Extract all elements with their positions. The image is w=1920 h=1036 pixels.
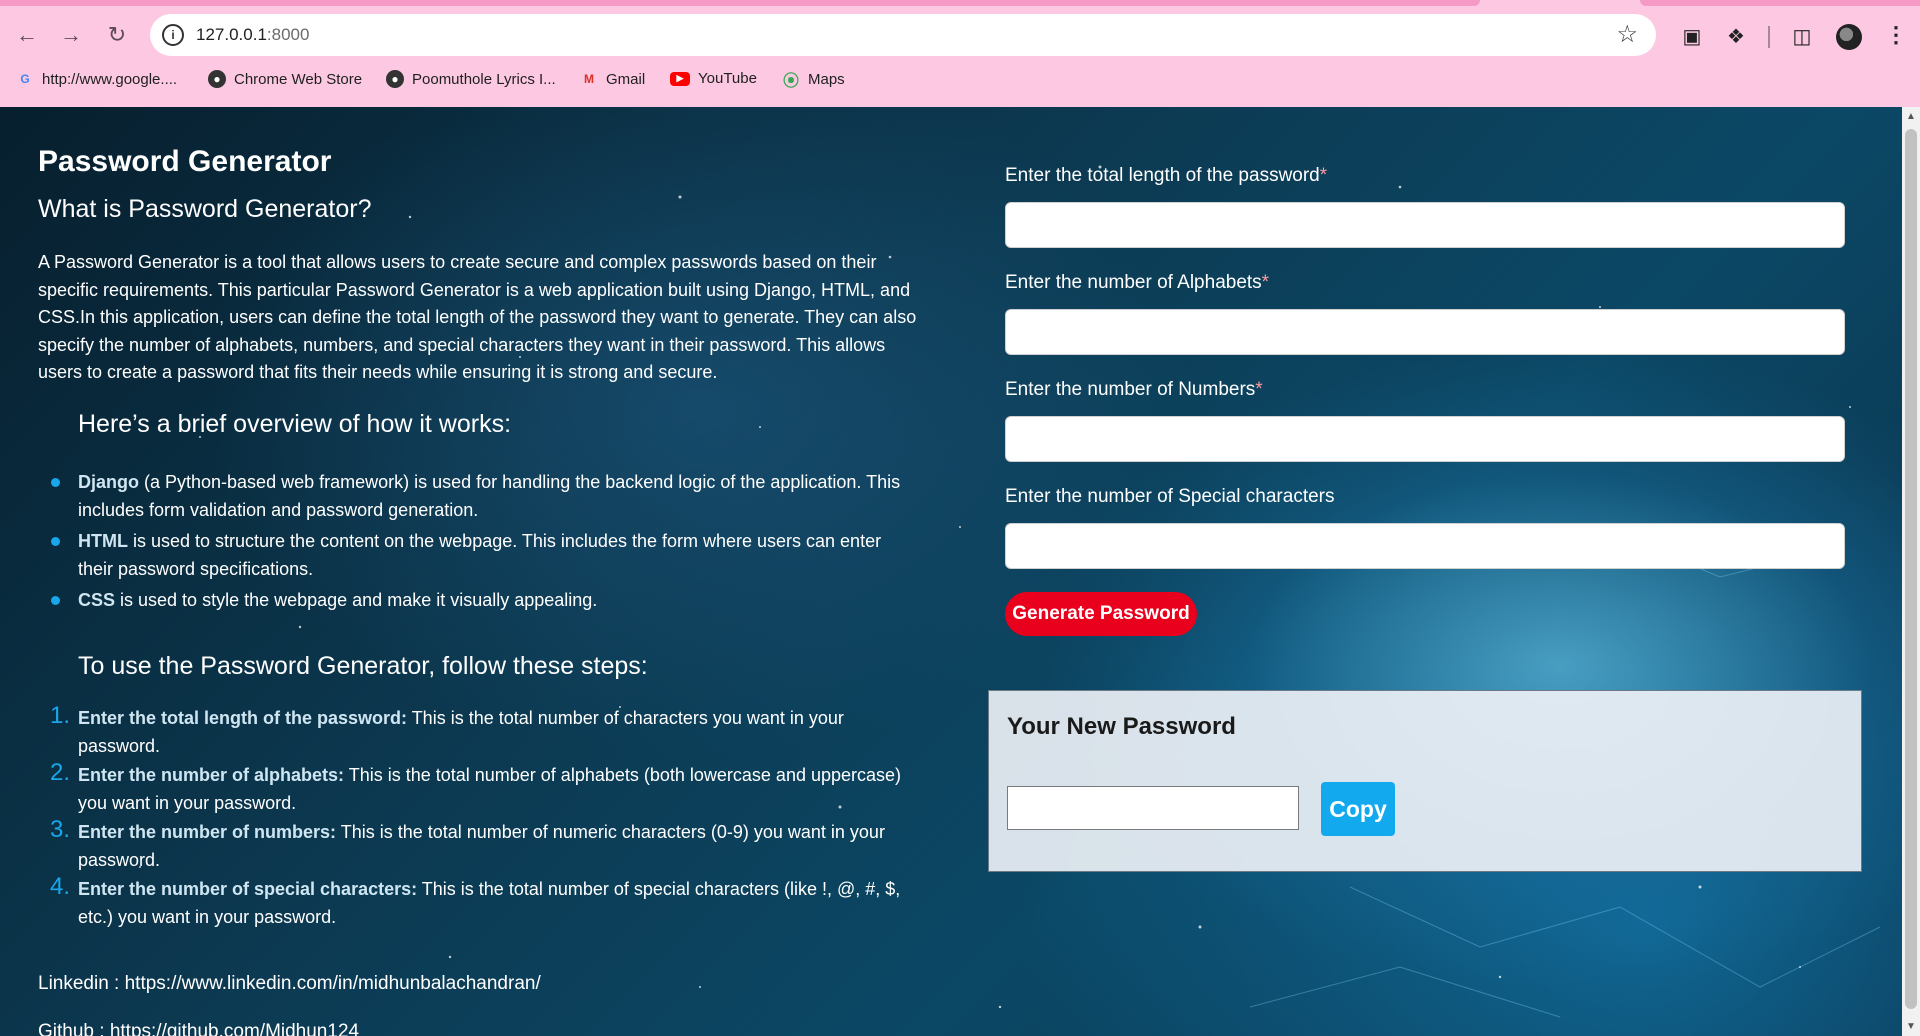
youtube-icon: ▶ — [670, 71, 690, 86]
list-item: Django (a Python-based web framework) is… — [51, 469, 908, 524]
list-item: HTML is used to structure the content on… — [51, 528, 908, 583]
globe-icon: ● — [386, 70, 404, 88]
bookmark-label: http://www.google.... — [42, 70, 178, 88]
step-term: Enter the number of alphabets: — [78, 765, 345, 785]
forward-arrow-icon[interactable]: → — [54, 18, 88, 52]
bookmark-youtube[interactable]: ▶ YouTube — [670, 70, 757, 87]
alphabets-input[interactable] — [1005, 309, 1845, 355]
address-bar[interactable]: i 127.0.0.1:8000 ☆ — [150, 14, 1656, 56]
site-info-icon[interactable]: i — [162, 24, 184, 46]
bookmark-maps[interactable]: ⦿ Maps — [782, 70, 845, 91]
scrollbar-thumb[interactable] — [1905, 129, 1917, 1009]
bookmark-label: Poomuthole Lyrics I... — [412, 70, 556, 88]
bullet-dot — [51, 478, 60, 487]
scroll-down-icon[interactable]: ▼ — [1906, 1021, 1916, 1032]
special-label: Enter the number of Special characters — [1005, 486, 1335, 507]
page-viewport: Password Generator What is Password Gene… — [0, 107, 1920, 1036]
profile-avatar[interactable] — [1836, 24, 1862, 50]
overview-heading: Here’s a brief overview of how it works: — [78, 410, 512, 438]
list-text: is used to style the webpage and make it… — [115, 590, 598, 610]
bookmark-label: YouTube — [698, 70, 757, 87]
generated-password-field[interactable] — [1007, 786, 1299, 830]
list-item: 1. Enter the total length of the password… — [50, 702, 908, 760]
list-term: HTML — [78, 531, 128, 551]
list-text: (a Python-based web framework) is used f… — [78, 472, 901, 520]
side-panel-icon[interactable]: ◫ — [1788, 22, 1816, 50]
scroll-up-icon[interactable]: ▲ — [1906, 111, 1916, 122]
copy-button[interactable]: Copy — [1321, 782, 1395, 836]
label-text: Enter the number of Numbers — [1005, 379, 1256, 400]
label-text: Enter the total length of the password — [1005, 165, 1320, 186]
tab-strip — [0, 0, 1480, 6]
back-arrow-icon[interactable]: ← — [10, 18, 44, 52]
steps-list: 1. Enter the total length of the password… — [50, 702, 908, 933]
list-item: 3. Enter the number of numbers: This is t… — [50, 816, 908, 874]
list-item: 4. Enter the number of special characters… — [50, 873, 908, 931]
step-term: Enter the total length of the password: — [78, 708, 408, 728]
required-mark: * — [1319, 165, 1328, 186]
required-mark: * — [1261, 272, 1270, 293]
browser-toolbar: ← → ↻ i 127.0.0.1:8000 ☆ ▣ ❖ ◫ ⋮ — [0, 10, 1920, 60]
special-characters-input[interactable] — [1005, 523, 1845, 569]
bookmark-label: Maps — [808, 70, 845, 88]
bookmarks-bar: G http://www.google.... ● Chrome Web Sto… — [0, 68, 1920, 96]
extensions-puzzle-icon[interactable]: ❖ — [1722, 22, 1750, 50]
list-term: Django — [78, 472, 139, 492]
length-label: Enter the total length of the password* — [1005, 165, 1327, 187]
bookmark-label: Gmail — [606, 70, 646, 88]
intro-paragraph: A Password Generator is a tool that allo… — [38, 252, 917, 382]
result-title: Your New Password — [1007, 713, 1236, 740]
steps-heading: To use the Password Generator, follow th… — [78, 652, 648, 680]
toolbar-separator — [1768, 26, 1770, 48]
tab-strip-right — [1640, 0, 1920, 6]
page-scrollbar[interactable]: ▲ ▼ — [1902, 107, 1920, 1036]
browser-menu-icon[interactable]: ⋮ — [1885, 22, 1907, 48]
globe-icon: ● — [208, 70, 226, 88]
list-text: is used to structure the content on the … — [78, 531, 882, 579]
bookmark-google[interactable]: G http://www.google.... — [16, 70, 177, 88]
map-pin-icon: ⦿ — [782, 73, 799, 90]
label-text: Enter the number of Alphabets — [1005, 272, 1262, 293]
bullet-dot — [51, 537, 60, 546]
reload-icon[interactable]: ↻ — [100, 18, 134, 52]
browser-chrome: ← → ↻ i 127.0.0.1:8000 ☆ ▣ ❖ ◫ ⋮ G http:… — [0, 0, 1920, 107]
bookmark-label: Chrome Web Store — [234, 70, 363, 88]
google-icon: G — [20, 72, 30, 86]
overview-list: Django (a Python-based web framework) is… — [51, 469, 908, 619]
bullet-dot — [51, 596, 60, 605]
section-heading-what-is: What is Password Generator? — [38, 195, 372, 223]
url-host: 127.0.0.1 — [196, 25, 267, 44]
page-title: Password Generator — [38, 145, 332, 178]
step-number: 3. — [50, 816, 71, 843]
address-url[interactable]: 127.0.0.1:8000 — [196, 25, 309, 45]
step-term: Enter the number of numbers: — [78, 822, 337, 842]
required-mark: * — [1255, 379, 1263, 400]
bookmark-poomuthole[interactable]: ● Poomuthole Lyrics I... — [386, 70, 556, 88]
linkedin-link[interactable]: Linkedin : https://www.linkedin.com/in/m… — [38, 973, 541, 995]
generate-password-button[interactable]: Generate Password — [1005, 592, 1197, 636]
step-term: Enter the number of special characters: — [78, 879, 418, 899]
alphabets-label: Enter the number of Alphabets* — [1005, 272, 1269, 294]
url-port: :8000 — [266, 25, 310, 44]
gmail-icon: M — [584, 72, 594, 86]
extension-page-icon[interactable]: ▣ — [1678, 22, 1706, 50]
github-link[interactable]: Github : https://github.com/Midhun124 — [38, 1021, 359, 1036]
bookmark-star-icon[interactable]: ☆ — [1616, 20, 1638, 49]
numbers-label: Enter the number of Numbers* — [1005, 379, 1263, 401]
result-panel: Your New Password Copy — [988, 690, 1862, 872]
step-number: 4. — [50, 873, 71, 900]
list-term: CSS — [78, 590, 116, 610]
bookmark-gmail[interactable]: M Gmail — [580, 70, 645, 88]
step-number: 2. — [50, 759, 71, 786]
length-input[interactable] — [1005, 202, 1845, 248]
list-item: CSS is used to style the webpage and mak… — [51, 587, 908, 615]
step-number: 1. — [50, 702, 71, 729]
numbers-input[interactable] — [1005, 416, 1845, 462]
bookmark-chrome-web-store[interactable]: ● Chrome Web Store — [208, 70, 362, 88]
list-item: 2. Enter the number of alphabets: This is… — [50, 759, 908, 817]
